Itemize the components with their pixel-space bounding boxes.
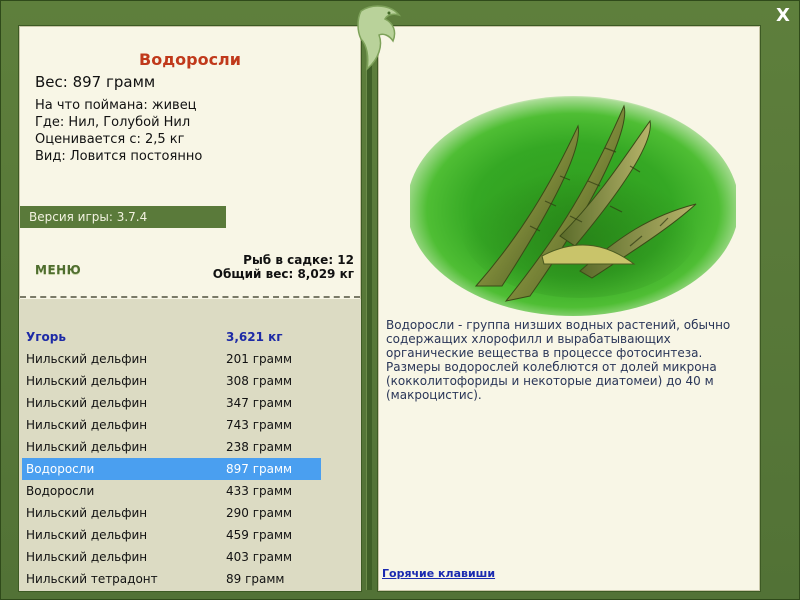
- catch-row[interactable]: Нильский дельфин 347 грамм: [22, 392, 321, 414]
- catch-weight: 743 грамм: [226, 418, 293, 432]
- catch-name: Водоросли: [26, 484, 95, 498]
- catch-weight: 433 грамм: [226, 484, 293, 498]
- catch-name: Водоросли: [26, 462, 95, 476]
- catch-name: Нильский дельфин: [26, 396, 148, 410]
- catch-weight: 3,621 кг: [226, 330, 283, 344]
- algae-image: [407, 86, 739, 316]
- catch-row[interactable]: Нильский дельфин 308 грамм: [22, 370, 321, 392]
- fish-weight: Вес: 897 грамм: [35, 73, 156, 91]
- fish-name-title: Водоросли: [139, 50, 241, 69]
- catch-name: Нильский тетрадонт: [26, 572, 158, 586]
- catch-row[interactable]: Нильский дельфин 743 грамм: [22, 414, 321, 436]
- catch-weight: 201 грамм: [226, 352, 293, 366]
- catch-weight: 308 грамм: [226, 374, 293, 388]
- dashed-divider: [20, 296, 360, 298]
- catch-name: Нильский дельфин: [26, 528, 148, 542]
- catch-name: Нильский дельфин: [26, 550, 148, 564]
- fish-info-panel: Водоросли Вес: 897 грамм На что поймана:…: [18, 25, 362, 592]
- catch-row[interactable]: Водоросли 897 грамм: [22, 458, 321, 480]
- fish-description: Водоросли - группа низших водных растени…: [386, 318, 731, 402]
- kind-line: Вид: Ловится постоянно: [35, 149, 203, 164]
- hotkeys-link[interactable]: Горячие клавиши: [382, 567, 495, 580]
- cage-count: Рыб в садке: 12: [243, 253, 354, 267]
- catch-weight: 238 грамм: [226, 440, 293, 454]
- catch-row[interactable]: Нильский дельфин 201 грамм: [22, 348, 321, 370]
- location-line: Где: Нил, Голубой Нил: [35, 115, 191, 130]
- catch-name: Нильский дельфин: [26, 418, 148, 432]
- close-icon[interactable]: X: [773, 6, 793, 26]
- catch-weight: 347 грамм: [226, 396, 293, 410]
- catch-name: Нильский дельфин: [26, 440, 148, 454]
- dolphin-icon: [353, 1, 409, 73]
- cage-total-weight: Общий вес: 8,029 кг: [212, 267, 354, 281]
- catch-name: Угорь: [26, 330, 66, 344]
- catch-name: Нильский дельфин: [26, 352, 148, 366]
- catch-row[interactable]: Нильский дельфин 290 грамм: [22, 502, 321, 524]
- catch-row[interactable]: Нильский дельфин 238 грамм: [22, 436, 321, 458]
- catch-row[interactable]: Водоросли 433 грамм: [22, 480, 321, 502]
- catch-weight: 897 грамм: [226, 462, 293, 476]
- catch-list: Угорь 3,621 кг Нильский дельфин 201 грамм Ни…: [19, 299, 361, 591]
- catch-weight: 403 грамм: [226, 550, 293, 564]
- bait-line: На что поймана: живец: [35, 98, 197, 113]
- catch-weight: 459 грамм: [226, 528, 293, 542]
- catch-row-header[interactable]: Угорь 3,621 кг: [22, 326, 321, 348]
- catch-row[interactable]: Нильский дельфин 459 грамм: [22, 524, 321, 546]
- menu-button[interactable]: МЕНЮ: [35, 263, 81, 277]
- game-window: Водоросли Вес: 897 грамм На что поймана:…: [0, 0, 800, 600]
- catch-weight: 89 грамм: [226, 572, 285, 586]
- catch-row[interactable]: Нильский тетрадонт 89 грамм: [22, 568, 321, 590]
- catch-name: Нильский дельфин: [26, 506, 148, 520]
- panel-divider: [366, 25, 372, 590]
- catch-name: Нильский дельфин: [26, 374, 148, 388]
- fish-details: На что поймана: живец Где: Нил, Голубой …: [35, 97, 202, 165]
- catch-weight: 290 грамм: [226, 506, 293, 520]
- game-version: Версия игры: 3.7.4: [20, 206, 226, 228]
- cage-stats: Рыб в садке: 12 Общий вес: 8,029 кг: [213, 253, 354, 281]
- fish-image-panel: Водоросли - группа низших водных растени…: [377, 25, 761, 592]
- value-line: Оценивается с: 2,5 кг: [35, 132, 185, 147]
- catch-row[interactable]: Нильский дельфин 403 грамм: [22, 546, 321, 568]
